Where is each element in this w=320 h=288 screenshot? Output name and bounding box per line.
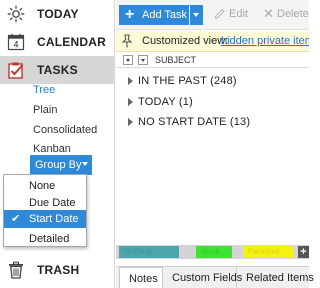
menu-item-detailed[interactable]: Detailed [4,230,86,248]
group-label: NO START DATE (13) [138,116,251,128]
checkmark-icon: ✔ [11,213,21,225]
group-by-label: Group By [35,159,82,171]
column-options-dropdown[interactable] [123,55,133,65]
menu-item-label: None [29,180,56,192]
view-consolidated[interactable]: Consolidated [33,124,97,136]
sidebar-item-trash[interactable]: TRASH [0,256,114,284]
category-color-strip: Nothing Work Personal + [116,245,309,259]
category-swatch[interactable]: Personal [243,246,294,258]
view-tree[interactable]: Tree [33,84,55,96]
tab-custom-fields[interactable]: Custom Fields [163,267,242,288]
group-by-button[interactable]: Group By [30,155,92,175]
sidebar-item-tasks[interactable]: TASKS [0,56,114,84]
add-task-label: Add Task [142,9,188,21]
toolbar: + Add Task Edit ✕ Delete [116,0,309,30]
tab-label: Related Items [246,272,314,284]
chevron-right-icon[interactable] [128,118,133,126]
chevron-down-icon [126,59,130,62]
chevron-right-icon[interactable] [128,77,133,85]
tab-notes[interactable]: Notes [119,267,163,288]
add-task-button[interactable]: + Add Task [119,5,189,25]
tab-label: Custom Fields [172,272,243,284]
delete-label: Delete [277,8,309,20]
detail-tabs: Notes Custom Fields Related Items [116,266,314,288]
group-label: IN THE PAST (248) [138,75,237,87]
pencil-icon [214,8,225,19]
group-row-no-start-date[interactable]: NO START DATE (13) [116,113,309,131]
column-options-dropdown[interactable] [138,55,148,65]
menu-item-label: Due Date [29,197,76,209]
sidebar-item-calendar[interactable]: 4 CALENDAR [0,28,114,56]
view-plain[interactable]: Plain [33,104,57,116]
menu-item-none[interactable]: None [4,177,86,195]
category-swatch[interactable]: Nothing [119,246,179,258]
column-header: SUBJECT [116,52,309,68]
pin-icon [121,34,133,48]
hidden-private-items-link[interactable]: hidden private items, [221,35,309,47]
sidebar-item-label: TASKS [37,63,78,77]
group-row-today[interactable]: TODAY (1) [116,93,309,111]
customized-view-text: Customized view: [142,35,229,47]
calendar-day-number: 4 [13,40,18,50]
sidebar-item-label: TODAY [37,7,79,21]
sidebar-item-label: TRASH [37,263,80,277]
menu-item-label: Detailed [29,233,70,245]
chevron-right-icon[interactable] [128,98,133,106]
sun-icon [7,5,25,23]
plus-icon: + [125,6,135,23]
task-checklist-icon [8,62,24,79]
customized-view-infobar: Customized view: hidden private items, [116,31,309,52]
column-header-subject[interactable]: SUBJECT [155,55,196,65]
chevron-down-icon [141,59,145,62]
group-row-in-the-past[interactable]: IN THE PAST (248) [116,72,309,90]
category-swatch[interactable]: Work [196,246,232,258]
menu-item-start-date[interactable]: ✔ Start Date [4,210,86,228]
chevron-down-icon [82,162,88,166]
trash-icon [9,261,23,279]
tab-label: Notes [129,273,158,285]
tab-related-items[interactable]: Related Items [237,267,314,288]
menu-item-label: Start Date [29,213,79,225]
view-kanban[interactable]: Kanban [33,143,71,155]
group-by-menu: None Due Date ✔ Start Date Detailed [3,174,87,247]
sidebar-item-today[interactable]: TODAY [0,0,114,28]
chevron-down-icon [193,13,199,17]
group-label: TODAY (1) [138,96,193,108]
add-category-button[interactable]: + [298,246,309,258]
sidebar-item-label: CALENDAR [37,35,106,49]
close-icon: ✕ [263,6,274,21]
calendar-icon: 4 [7,33,25,51]
edit-label: Edit [229,8,248,20]
add-task-dropdown-button[interactable] [190,5,203,25]
